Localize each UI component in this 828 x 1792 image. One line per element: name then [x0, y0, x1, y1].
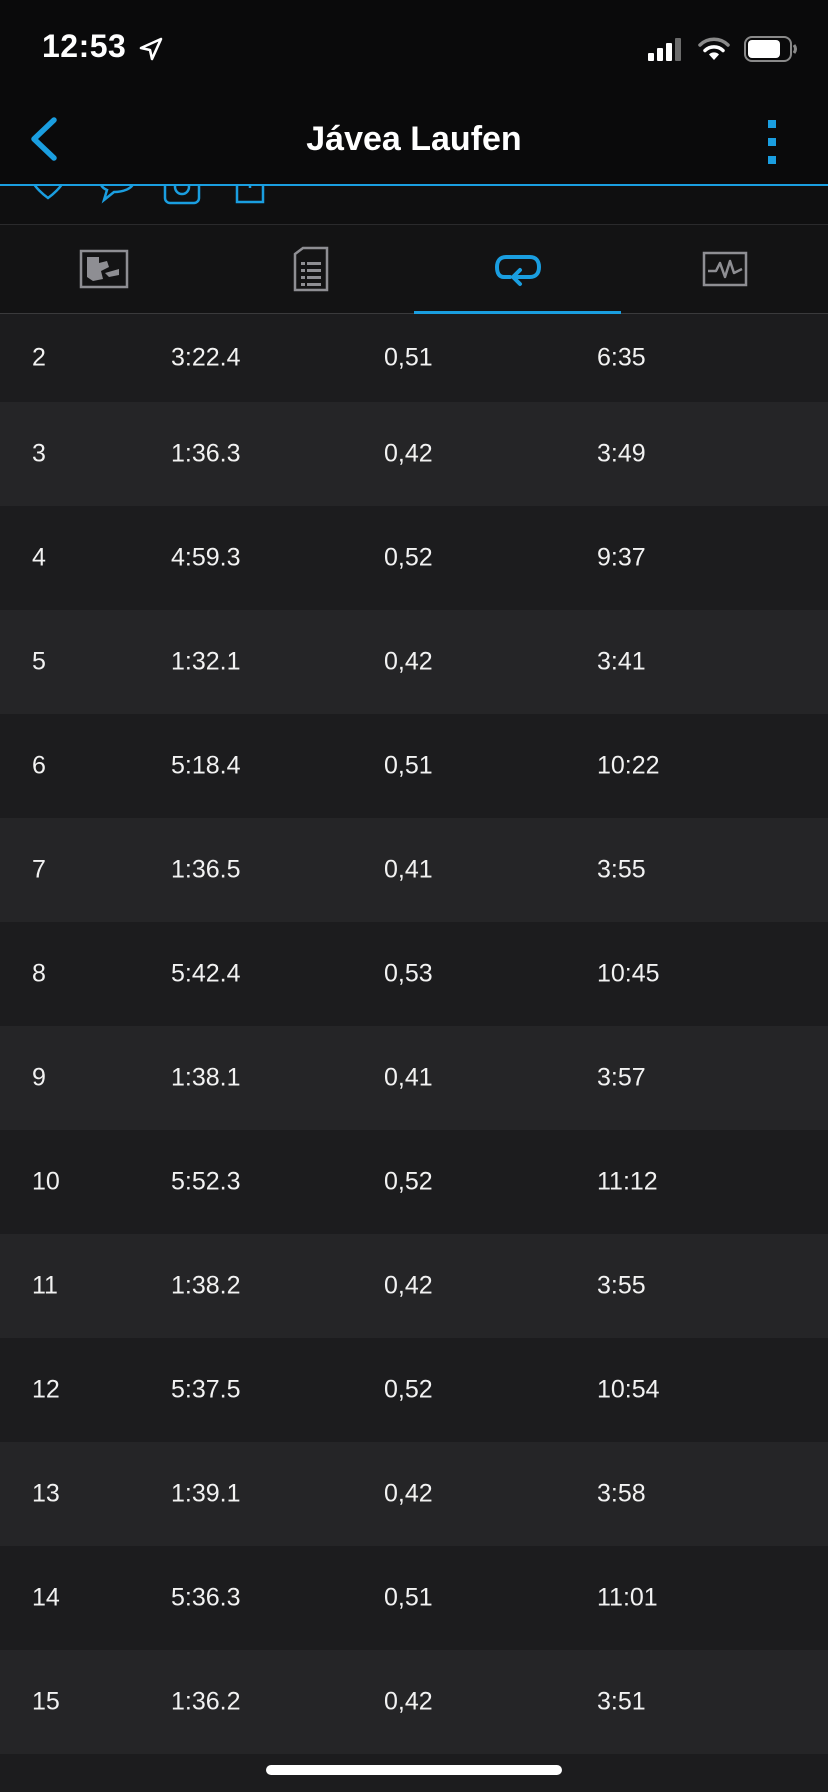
table-row[interactable]: 15 1:36.2 0,42 3:51 [0, 1650, 828, 1754]
lap-distance: 0,41 [384, 855, 433, 884]
map-stats-icon [79, 249, 128, 289]
lap-distance: 0,42 [384, 439, 433, 468]
lap-pace: 10:45 [597, 959, 660, 988]
details-list-icon [293, 246, 328, 292]
lap-pace: 10:54 [597, 1375, 660, 1404]
lap-number: 8 [32, 959, 46, 988]
location-arrow-icon [139, 37, 163, 61]
lap-pace: 6:35 [597, 343, 646, 372]
tab-details[interactable] [207, 225, 414, 313]
lap-time: 5:36.3 [171, 1583, 241, 1612]
wifi-icon [698, 37, 730, 60]
lap-time: 5:42.4 [171, 959, 241, 988]
lap-number: 2 [32, 343, 46, 372]
table-row[interactable]: 5 1:32.1 0,42 3:41 [0, 610, 828, 714]
lap-time: 1:39.1 [171, 1479, 241, 1508]
lap-distance: 0,42 [384, 1271, 433, 1300]
table-row[interactable]: 9 1:38.1 0,41 3:57 [0, 1026, 828, 1130]
tab-map-stats[interactable] [0, 225, 207, 313]
lap-time: 5:18.4 [171, 751, 241, 780]
lap-time: 1:32.1 [171, 647, 241, 676]
lap-number: 14 [32, 1583, 60, 1612]
lap-time: 1:38.2 [171, 1271, 241, 1300]
activity-tab-bar [0, 225, 828, 314]
lap-distance: 0,52 [384, 1167, 433, 1196]
lap-distance: 0,51 [384, 1583, 433, 1612]
lap-number: 4 [32, 543, 46, 572]
table-row[interactable]: 14 5:36.3 0,51 11:01 [0, 1546, 828, 1650]
lap-pace: 3:57 [597, 1063, 646, 1092]
lap-time: 1:36.3 [171, 439, 241, 468]
battery-icon [744, 36, 797, 62]
table-row[interactable]: 10 5:52.3 0,52 11:12 [0, 1130, 828, 1234]
lap-number: 6 [32, 751, 46, 780]
table-row[interactable]: 13 1:39.1 0,42 3:58 [0, 1442, 828, 1546]
photo-camera-icon[interactable] [162, 186, 202, 208]
lap-number: 9 [32, 1063, 46, 1092]
lap-time: 1:36.5 [171, 855, 241, 884]
lap-number: 12 [32, 1375, 60, 1404]
tab-charts[interactable] [621, 225, 828, 313]
lap-distance: 0,41 [384, 1063, 433, 1092]
like-heart-icon[interactable] [28, 186, 68, 206]
lap-distance: 0,51 [384, 343, 433, 372]
lap-distance: 0,52 [384, 543, 433, 572]
lap-number: 5 [32, 647, 46, 676]
comment-bubble-icon[interactable] [96, 186, 138, 208]
status-indicators [648, 36, 798, 62]
lap-time: 5:52.3 [171, 1167, 241, 1196]
table-row[interactable]: 12 5:37.5 0,52 10:54 [0, 1338, 828, 1442]
chart-graph-icon [702, 251, 747, 287]
lap-pace: 3:55 [597, 1271, 646, 1300]
table-row[interactable]: 3 1:36.3 0,42 3:49 [0, 402, 828, 506]
lap-time: 1:36.2 [171, 1687, 241, 1716]
lap-number: 7 [32, 855, 46, 884]
lap-number: 10 [32, 1167, 60, 1196]
lap-pace: 3:55 [597, 855, 646, 884]
table-row[interactable]: 8 5:42.4 0,53 10:45 [0, 922, 828, 1026]
table-row[interactable]: 7 1:36.5 0,41 3:55 [0, 818, 828, 922]
laps-table: 2 3:22.4 0,51 6:35 3 1:36.3 0,42 3:49 4 … [0, 314, 828, 1754]
lap-pace: 11:01 [597, 1583, 658, 1612]
home-indicator[interactable] [266, 1765, 562, 1775]
lap-distance: 0,42 [384, 1687, 433, 1716]
status-time: 12:53 [42, 28, 127, 64]
lap-time: 1:38.1 [171, 1063, 241, 1092]
status-bar: 12:53 [0, 0, 828, 100]
table-row[interactable]: 4 4:59.3 0,52 9:37 [0, 506, 828, 610]
lap-pace: 3:49 [597, 439, 646, 468]
more-options-icon[interactable] [760, 116, 784, 168]
lap-distance: 0,42 [384, 1479, 433, 1508]
lap-distance: 0,51 [384, 751, 433, 780]
lap-pace: 3:58 [597, 1479, 646, 1508]
cellular-signal-icon [648, 38, 681, 61]
table-row[interactable]: 6 5:18.4 0,51 10:22 [0, 714, 828, 818]
lap-number: 13 [32, 1479, 60, 1508]
table-row[interactable]: 11 1:38.2 0,42 3:55 [0, 1234, 828, 1338]
laps-loop-icon [494, 255, 541, 286]
lap-pace: 11:12 [597, 1167, 658, 1196]
tab-laps[interactable] [414, 225, 621, 313]
lap-time: 4:59.3 [171, 543, 241, 572]
lap-distance: 0,52 [384, 1375, 433, 1404]
lap-time: 3:22.4 [171, 343, 241, 372]
share-icon[interactable] [234, 186, 266, 208]
lap-pace: 10:22 [597, 751, 660, 780]
navigation-bar: Jávea Laufen [0, 100, 828, 186]
lap-time: 5:37.5 [171, 1375, 241, 1404]
table-row[interactable]: 2 3:22.4 0,51 6:35 [0, 314, 828, 402]
page-title: Jávea Laufen [306, 120, 522, 158]
social-actions-row [0, 186, 828, 225]
lap-number: 11 [32, 1271, 58, 1300]
lap-number: 3 [32, 439, 46, 468]
lap-pace: 3:41 [597, 647, 646, 676]
lap-number: 15 [32, 1687, 60, 1716]
lap-distance: 0,53 [384, 959, 433, 988]
lap-distance: 0,42 [384, 647, 433, 676]
lap-pace: 9:37 [597, 543, 646, 572]
lap-pace: 3:51 [597, 1687, 646, 1716]
